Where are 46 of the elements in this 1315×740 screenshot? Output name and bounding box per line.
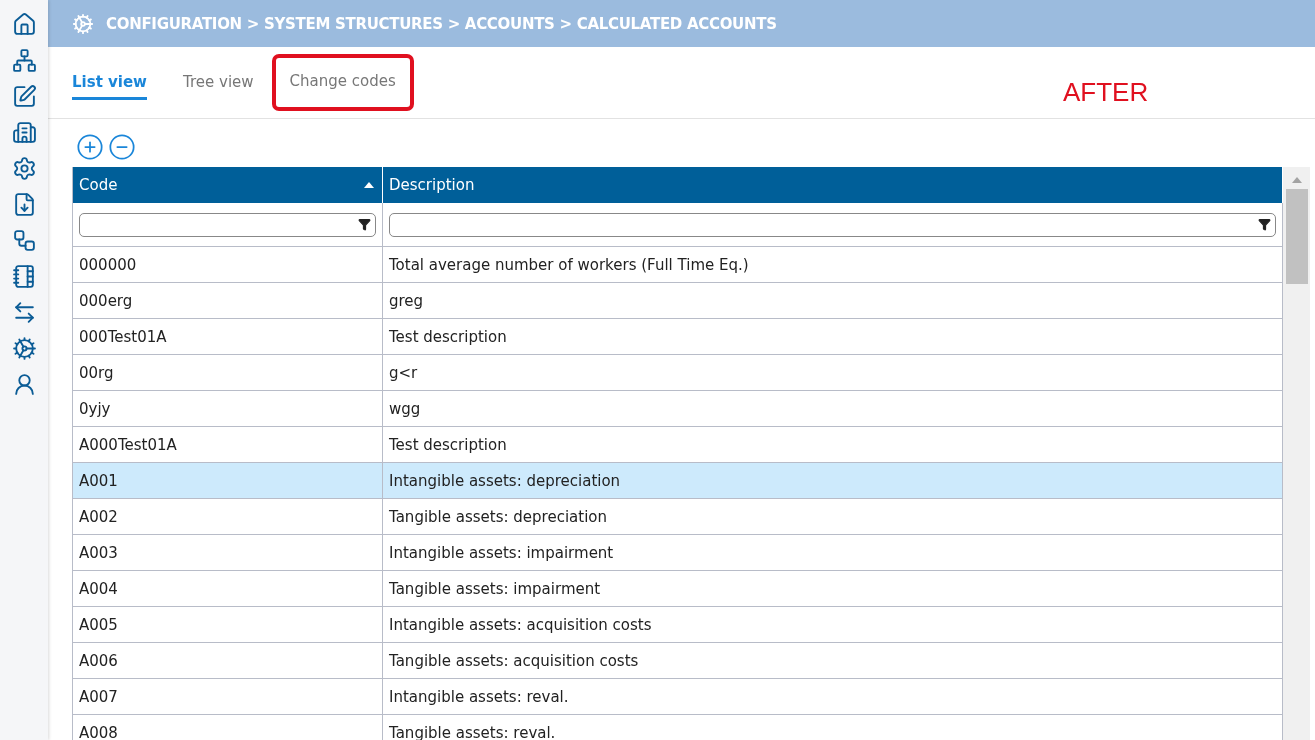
filter-icon[interactable] (1258, 218, 1271, 231)
table-cell: Tangible assets: acquisition costs (383, 643, 1283, 679)
settings-icon[interactable] (11, 336, 37, 361)
table-cell: Intangible assets: acquisition costs (383, 607, 1283, 643)
tab[interactable]: Tree view (183, 65, 254, 100)
table-cell: 00rg (73, 355, 383, 391)
tab[interactable]: Change codes (289, 64, 396, 99)
scrollbar[interactable] (1283, 167, 1310, 740)
table-cell: A003 (73, 535, 383, 571)
filter-icon[interactable] (358, 218, 371, 231)
column-header[interactable]: Code (73, 167, 383, 203)
hierarchy-icon[interactable] (11, 48, 37, 73)
table-cell: Tangible assets: depreciation (383, 499, 1283, 535)
table-cell: A005 (73, 607, 383, 643)
filter-field[interactable] (389, 212, 1276, 237)
table-cell: A007 (73, 679, 383, 715)
gear-icon[interactable] (11, 156, 37, 181)
table-cell: 0yjy (73, 391, 383, 427)
table-cell: A006 (73, 643, 383, 679)
table-cell: A004 (73, 571, 383, 607)
add-icon[interactable] (76, 133, 104, 161)
table-cell: A000Test01A (73, 427, 383, 463)
table-cell: g<r (383, 355, 1283, 391)
breadcrumb: CONFIGURATION > SYSTEM STRUCTURES > ACCOUNTS > CALCULATED ACCOUNTS (106, 14, 777, 33)
filter-field[interactable] (79, 212, 376, 237)
table-cell: Test description (383, 319, 1283, 355)
settings-icon (72, 12, 94, 35)
table-cell: A001 (73, 463, 383, 499)
remove-icon[interactable] (108, 133, 136, 161)
table-cell: Intangible assets: impairment (383, 535, 1283, 571)
table-cell: 000Test01A (73, 319, 383, 355)
column-header[interactable]: Description (383, 167, 1283, 203)
table-cell: Total average number of workers (Full Time Eq.) (383, 247, 1283, 283)
table-cell: Tangible assets: impairment (383, 571, 1283, 607)
table-cell: 000000 (73, 247, 383, 283)
home-icon[interactable] (11, 12, 37, 37)
table-cell: Test description (383, 427, 1283, 463)
table-cell: 000erg (73, 283, 383, 319)
table-cell: wgg (383, 391, 1283, 427)
building-icon[interactable] (11, 120, 37, 145)
table-cell: Intangible assets: depreciation (383, 463, 1283, 499)
notebook-icon[interactable] (11, 264, 37, 289)
table-cell: greg (383, 283, 1283, 319)
tab[interactable]: List view (72, 65, 147, 100)
table-cell: A002 (73, 499, 383, 535)
table-cell: Intangible assets: reval. (383, 679, 1283, 715)
